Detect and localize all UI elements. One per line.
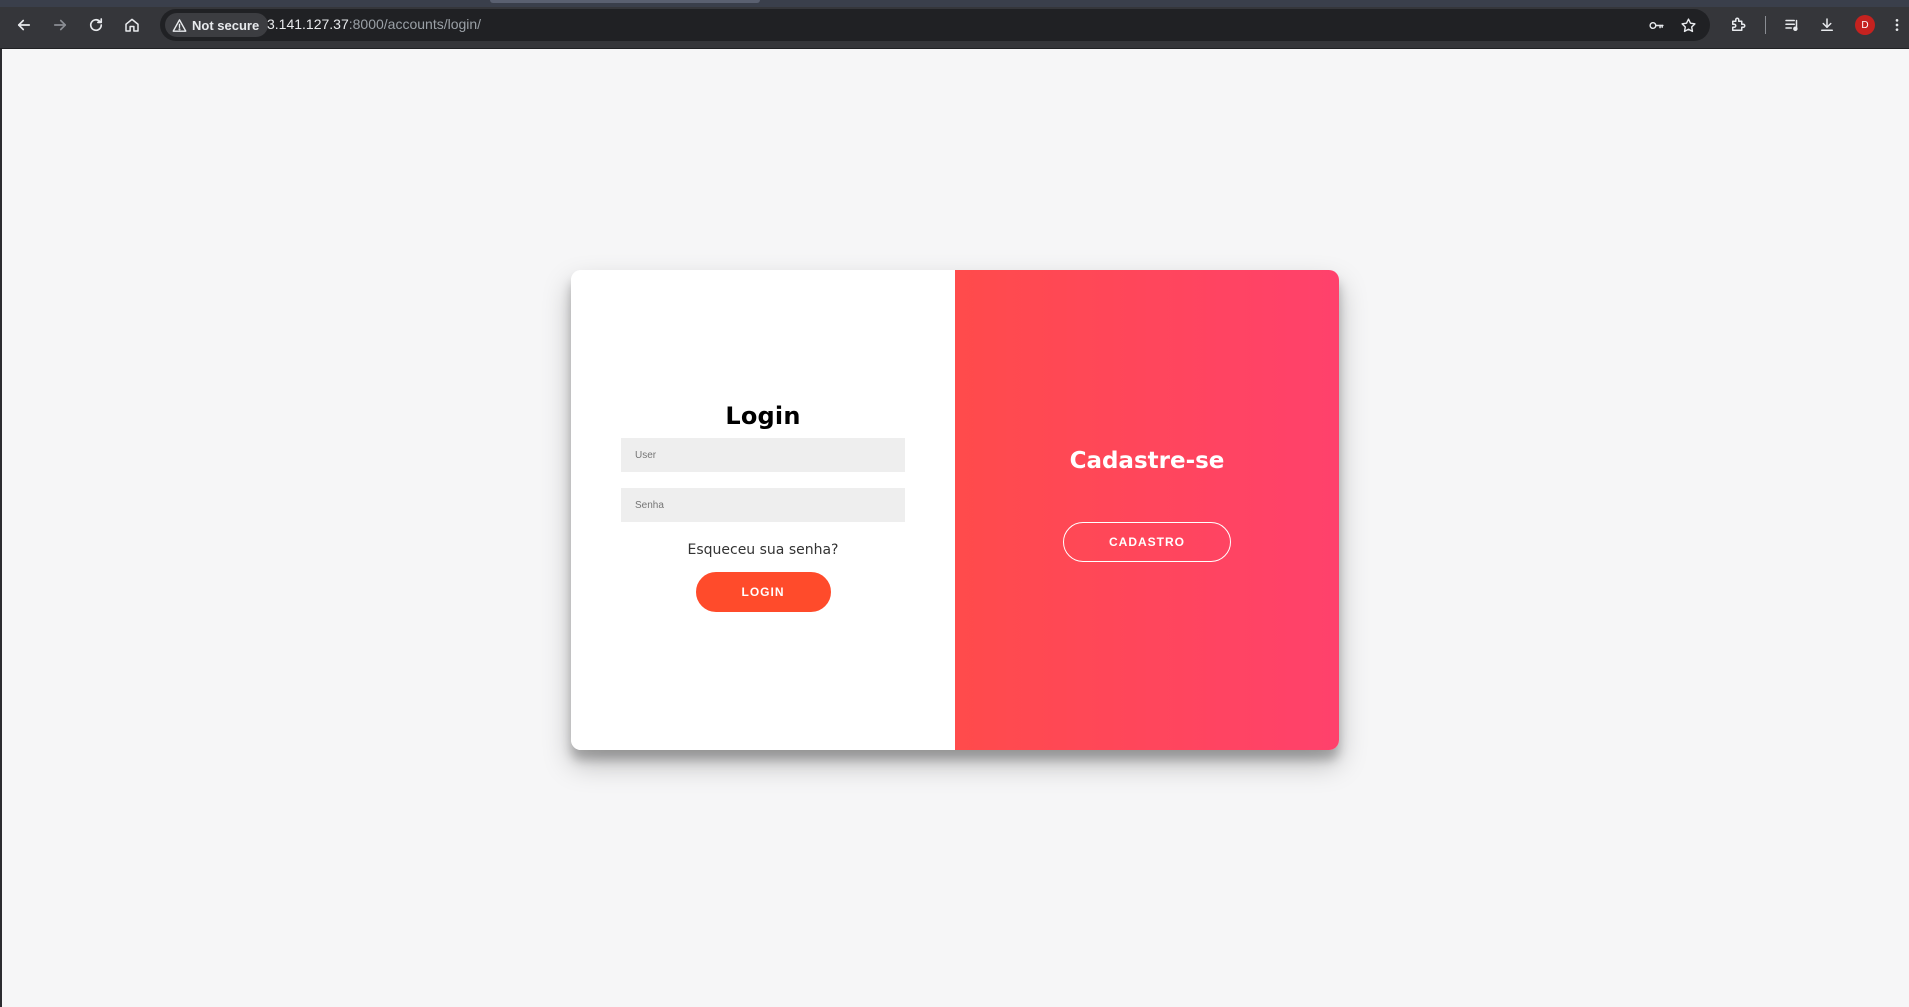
arrow-back-icon[interactable]: [11, 12, 37, 38]
login-button[interactable]: LOGIN: [695, 572, 831, 612]
playlist-icon[interactable]: [1780, 13, 1804, 37]
profile-avatar[interactable]: D: [1855, 15, 1875, 35]
toolbar-divider: [1765, 16, 1766, 34]
browser-toolbar: Not secure 3.141.127.37:8000/accounts/lo…: [0, 0, 1909, 49]
active-tab[interactable]: [490, 0, 760, 3]
tab-strip: [0, 0, 1909, 7]
url-text[interactable]: 3.141.127.37:8000/accounts/login/: [267, 16, 481, 32]
security-indicator[interactable]: Not secure: [165, 13, 269, 37]
auth-card: Login Esqueceu sua senha? LOGIN Cadastre…: [571, 270, 1339, 750]
signup-panel: Cadastre-se CADASTRO: [955, 270, 1339, 750]
login-form: Login Esqueceu sua senha? LOGIN: [571, 270, 955, 750]
forgot-password-link[interactable]: Esqueceu sua senha?: [687, 542, 838, 558]
arrow-forward-icon[interactable]: [47, 12, 73, 38]
address-bar[interactable]: Not secure 3.141.127.37:8000/accounts/lo…: [160, 9, 1710, 41]
signup-button[interactable]: CADASTRO: [1063, 522, 1231, 562]
signup-title: Cadastre-se: [1069, 448, 1225, 474]
user-input[interactable]: [621, 438, 905, 472]
download-icon[interactable]: [1815, 13, 1839, 37]
key-icon[interactable]: [1646, 15, 1666, 35]
url-host: 3.141.127.37: [267, 16, 349, 32]
login-title: Login: [725, 402, 801, 430]
reload-icon[interactable]: [83, 12, 109, 38]
kebab-menu-icon[interactable]: [1889, 13, 1905, 37]
password-input[interactable]: [621, 488, 905, 522]
warning-triangle-icon: [172, 18, 187, 32]
star-icon[interactable]: [1678, 15, 1698, 35]
security-label: Not secure: [192, 17, 260, 33]
url-path: :8000/accounts/login/: [348, 16, 482, 32]
home-icon[interactable]: [119, 12, 145, 38]
puzzle-icon[interactable]: [1726, 13, 1750, 37]
